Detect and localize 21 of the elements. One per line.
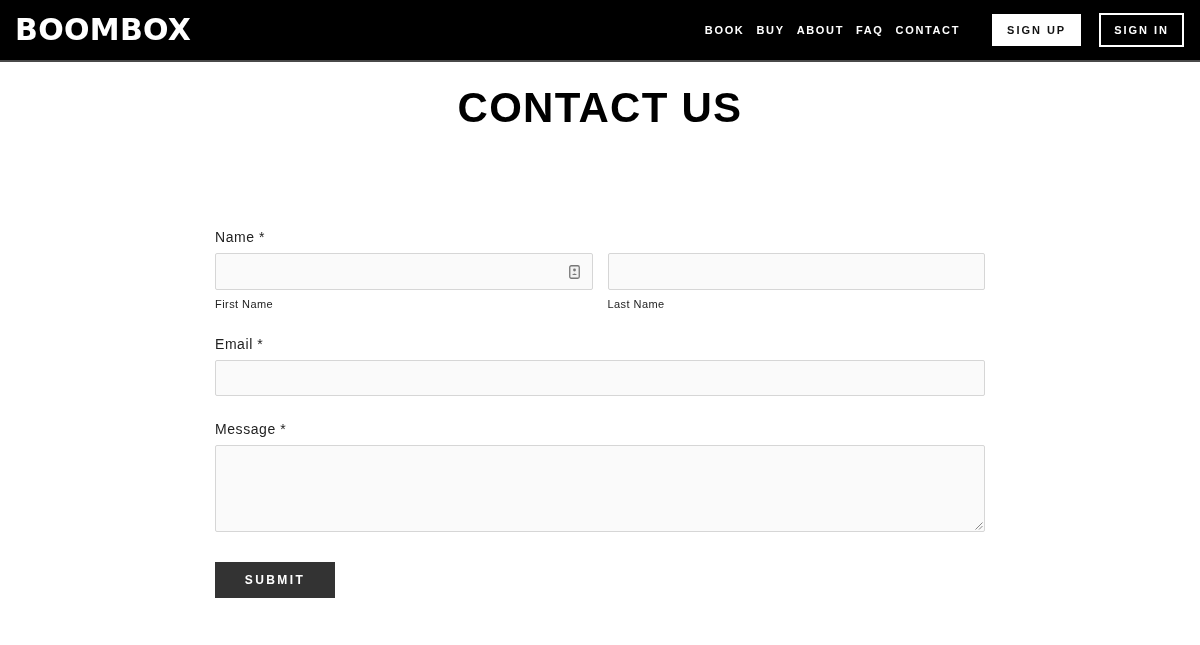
text-field[interactable] [215, 253, 593, 290]
field-label: Message * [215, 420, 287, 439]
resize-handle-icon[interactable] [975, 522, 983, 530]
submit-button[interactable]: SUBMIT [215, 562, 335, 598]
page-title: CONTACT US [457, 87, 743, 129]
nav-link[interactable]: FAQ [856, 22, 884, 38]
sign-up-button[interactable]: SIGN UP [992, 14, 1082, 46]
nav-link[interactable]: BUY [756, 22, 785, 38]
nav-link[interactable]: BOOK [704, 22, 745, 38]
field-label: Email * [215, 335, 264, 354]
field-label: Name * [215, 228, 266, 247]
field-sublabel: First Name [215, 297, 274, 312]
sign-in-button[interactable]: SIGN IN [1099, 13, 1184, 47]
brand-logo[interactable]: BOOMBOX [15, 15, 192, 45]
nav-link[interactable]: CONTACT [895, 22, 961, 38]
contact-card-icon [568, 264, 580, 279]
input-field[interactable] [215, 360, 985, 396]
field-sublabel: Last Name [607, 297, 665, 312]
message-field[interactable] [215, 445, 985, 532]
text-field[interactable] [607, 253, 985, 290]
nav-link[interactable]: ABOUT [796, 22, 844, 38]
